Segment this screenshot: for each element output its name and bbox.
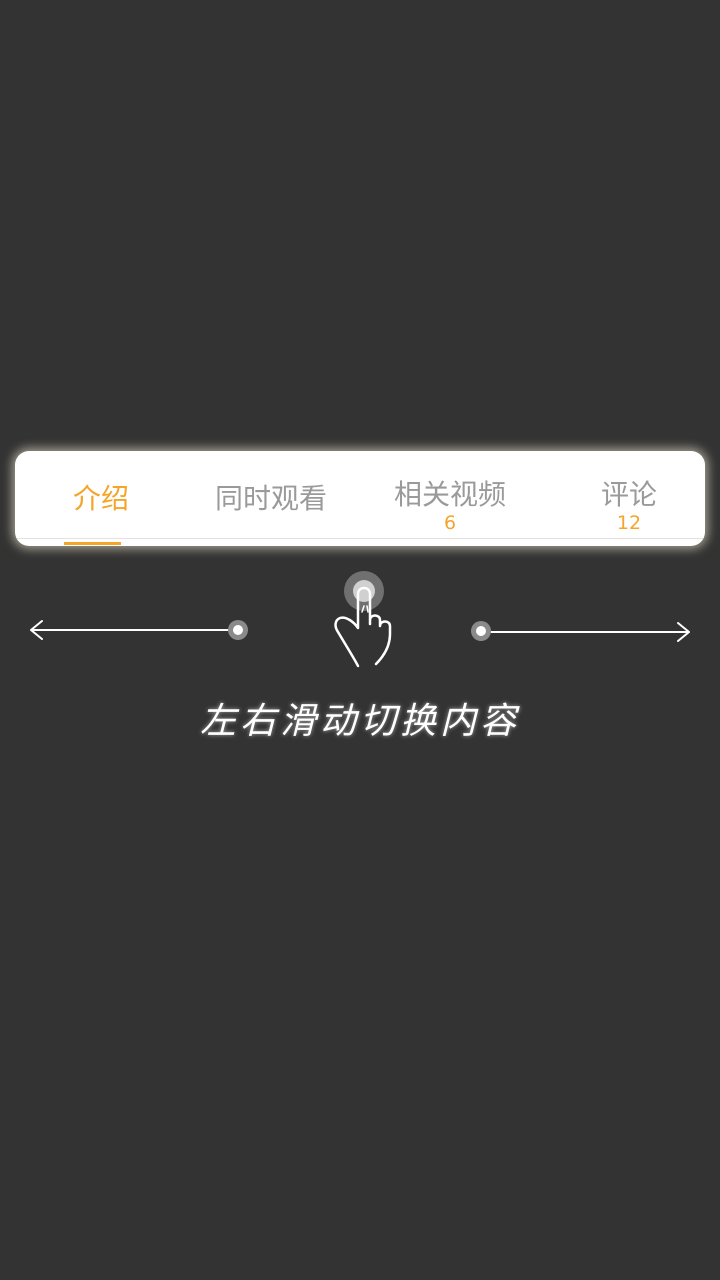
tab-related-videos[interactable]: 相关视频 6: [364, 451, 536, 539]
swipe-hint-text: 左右滑动切换内容: [199, 701, 520, 742]
tab-watching[interactable]: 同时观看: [185, 451, 357, 539]
swipe-gesture-illustration: [30, 571, 690, 668]
arrow-right-icon: [471, 621, 690, 642]
guide-overlay[interactable]: 介绍 同时观看 相关视频 6 评论 12 左右滑动切换内容: [0, 0, 720, 1280]
tab-divider: [15, 538, 705, 539]
tab-intro[interactable]: 介绍: [15, 451, 187, 545]
active-tab-indicator: [64, 542, 121, 545]
tab-comments[interactable]: 评论 12: [543, 451, 705, 539]
swipe-hand-icon: [334, 571, 392, 668]
tab-watching-label: 同时观看: [214, 482, 327, 515]
tab-related-videos-label: 相关视频: [393, 478, 506, 511]
tab-comments-label: 评论: [600, 478, 657, 511]
tab-bar: 介绍 同时观看 相关视频 6 评论 12: [15, 451, 705, 546]
tab-comments-count: 12: [616, 512, 642, 534]
tab-related-videos-count: 6: [443, 512, 457, 534]
tab-intro-label: 介绍: [72, 482, 129, 515]
arrow-left-icon: [30, 620, 248, 640]
